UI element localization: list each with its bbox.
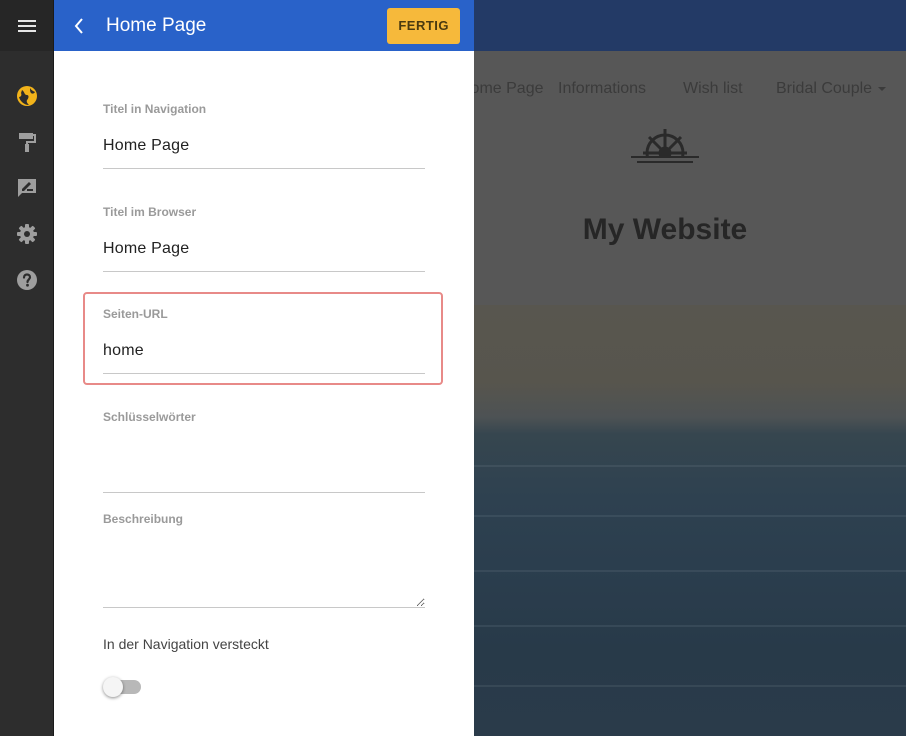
hero-sea-image [474, 305, 906, 736]
browser-title-input[interactable] [103, 240, 425, 272]
rail-item-design[interactable] [0, 119, 54, 165]
hamburger-menu-icon [17, 19, 36, 32]
hidden-in-nav-toggle[interactable] [103, 676, 143, 698]
nav-item-bridal-couple[interactable]: Bridal Couple [776, 80, 887, 98]
rail-item-help[interactable] [0, 257, 54, 303]
rail-item-content[interactable] [0, 165, 54, 211]
panel-header: Home Page FERTIG [54, 0, 474, 51]
gear-icon [17, 224, 37, 244]
help-icon [17, 270, 37, 290]
site-title: My Website [582, 213, 748, 246]
hidden-in-nav-label: In der Navigation versteckt [103, 636, 269, 652]
website-preview: Home Page Informations Wish list Bridal … [474, 0, 906, 736]
keywords-field: Schlüsselwörter [103, 410, 425, 493]
description-field: Beschreibung [103, 512, 425, 608]
globe-icon [17, 86, 37, 106]
keywords-input[interactable] [103, 445, 425, 493]
toggle-knob [103, 677, 123, 697]
nav-item-wishlist[interactable]: Wish list [683, 80, 743, 98]
chevron-left-icon [74, 17, 83, 34]
preview-brand: My Website [474, 126, 906, 305]
paint-roller-icon [19, 133, 36, 152]
left-rail [0, 0, 54, 736]
nav-title-input[interactable] [103, 137, 425, 169]
done-button[interactable]: FERTIG [387, 7, 460, 44]
ship-wheel-icon [629, 129, 701, 177]
nav-item-informations[interactable]: Informations [558, 80, 646, 98]
back-button[interactable] [68, 11, 90, 41]
hidden-in-nav-row: In der Navigation versteckt [103, 636, 269, 698]
panel-title: Home Page [106, 14, 207, 36]
nav-title-label: Titel in Navigation [103, 102, 207, 116]
preview-nav: Home Page Informations Wish list Bridal … [474, 51, 906, 126]
nav-item-bridal-couple-label: Bridal Couple [776, 80, 873, 97]
page-url-label: Seiten-URL [103, 307, 168, 321]
browser-title-label: Titel im Browser [103, 205, 197, 219]
keywords-label: Schlüsselwörter [103, 410, 196, 424]
page-settings-panel: Home Page FERTIG Titel in Navigation Tit… [54, 0, 474, 736]
edit-note-icon [18, 179, 36, 197]
nav-title-field: Titel in Navigation [103, 102, 425, 169]
rail-item-settings[interactable] [0, 211, 54, 257]
rail-item-site[interactable] [0, 73, 54, 119]
menu-button[interactable] [0, 0, 53, 51]
description-label: Beschreibung [103, 512, 184, 526]
page-url-field: Seiten-URL [103, 307, 425, 374]
caret-down-icon [877, 86, 886, 91]
description-textarea[interactable] [103, 548, 425, 608]
page-url-input[interactable] [103, 342, 425, 374]
nav-item-home[interactable]: Home Page [474, 80, 544, 98]
browser-title-field: Titel im Browser [103, 205, 425, 272]
preview-topbar [474, 0, 906, 51]
